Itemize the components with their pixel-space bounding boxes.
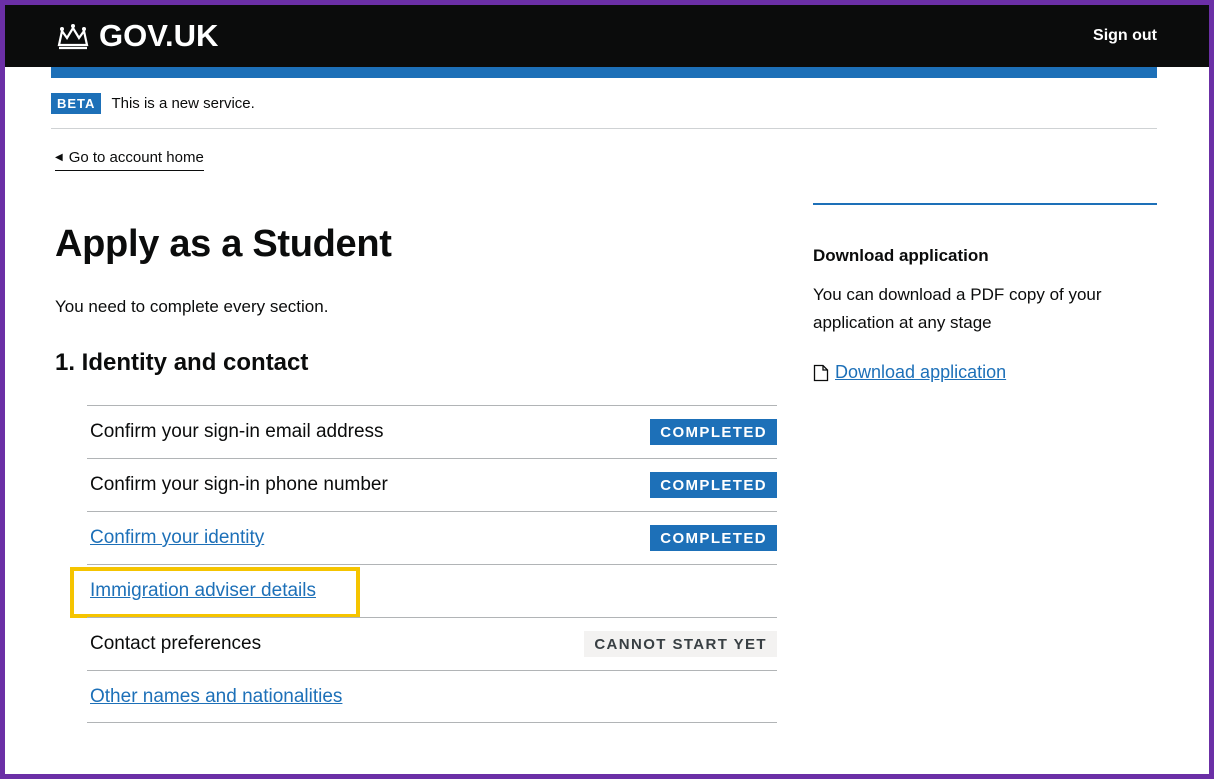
app-frame: GOV.UK Sign out BETA This is a new servi… <box>0 0 1214 779</box>
task-row-immigration-adviser: Immigration adviser details <box>70 564 777 618</box>
back-link-text: Go to account home <box>68 149 204 166</box>
task-row-contact-preferences: Contact preferences CANNOT START YET <box>87 617 777 670</box>
logo-text: GOV.UK <box>99 18 219 53</box>
task-label: Confirm your sign-in phone number <box>90 474 388 495</box>
beta-tag: BETA <box>51 93 102 114</box>
phase-banner-divider <box>51 128 1157 129</box>
task-label: Contact preferences <box>90 633 262 654</box>
phase-banner-text: This is a new service. <box>111 95 255 112</box>
task-label: Confirm your sign-in email address <box>90 421 384 442</box>
task-link-confirm-identity[interactable]: Confirm your identity <box>87 527 264 549</box>
back-link[interactable]: ◀ Go to account home <box>55 149 204 171</box>
task-row-phone: Confirm your sign-in phone number COMPLE… <box>87 458 777 511</box>
task-row-email: Confirm your sign-in email address COMPL… <box>87 405 777 458</box>
page-title: Apply as a Student <box>55 223 392 265</box>
status-badge: COMPLETED <box>650 472 777 498</box>
govuk-header: GOV.UK Sign out <box>5 5 1209 67</box>
status-badge: COMPLETED <box>650 419 777 445</box>
task-link-immigration-adviser-details[interactable]: Immigration adviser details <box>87 580 316 602</box>
task-row-identity: Confirm your identity COMPLETED <box>87 511 777 564</box>
section-title: 1. Identity and contact <box>55 349 309 376</box>
sidebar-text: You can download a PDF copy of your appl… <box>813 285 1102 332</box>
task-list: Confirm your sign-in email address COMPL… <box>70 405 777 723</box>
crown-icon <box>55 21 91 51</box>
phase-banner: BETA This is a new service. <box>51 93 255 114</box>
task-link-other-names-and-nationalities[interactable]: Other names and nationalities <box>87 686 342 708</box>
document-icon <box>813 364 829 382</box>
header-blue-bar <box>51 67 1157 78</box>
triangle-left-icon: ◀ <box>55 152 63 163</box>
status-badge: COMPLETED <box>650 525 777 551</box>
download-link-text: Download application <box>835 362 1007 382</box>
sign-out-link[interactable]: Sign out <box>1093 27 1157 45</box>
status-badge: CANNOT START YET <box>584 631 777 657</box>
task-row-other-names: Other names and nationalities <box>87 670 777 723</box>
download-application-link[interactable]: Download application <box>813 362 1006 383</box>
page-lead: You need to complete every section. <box>55 297 329 316</box>
govuk-logo-link[interactable]: GOV.UK <box>55 18 218 54</box>
sidebar-divider <box>813 203 1157 205</box>
sidebar-title: Download application <box>813 246 989 265</box>
